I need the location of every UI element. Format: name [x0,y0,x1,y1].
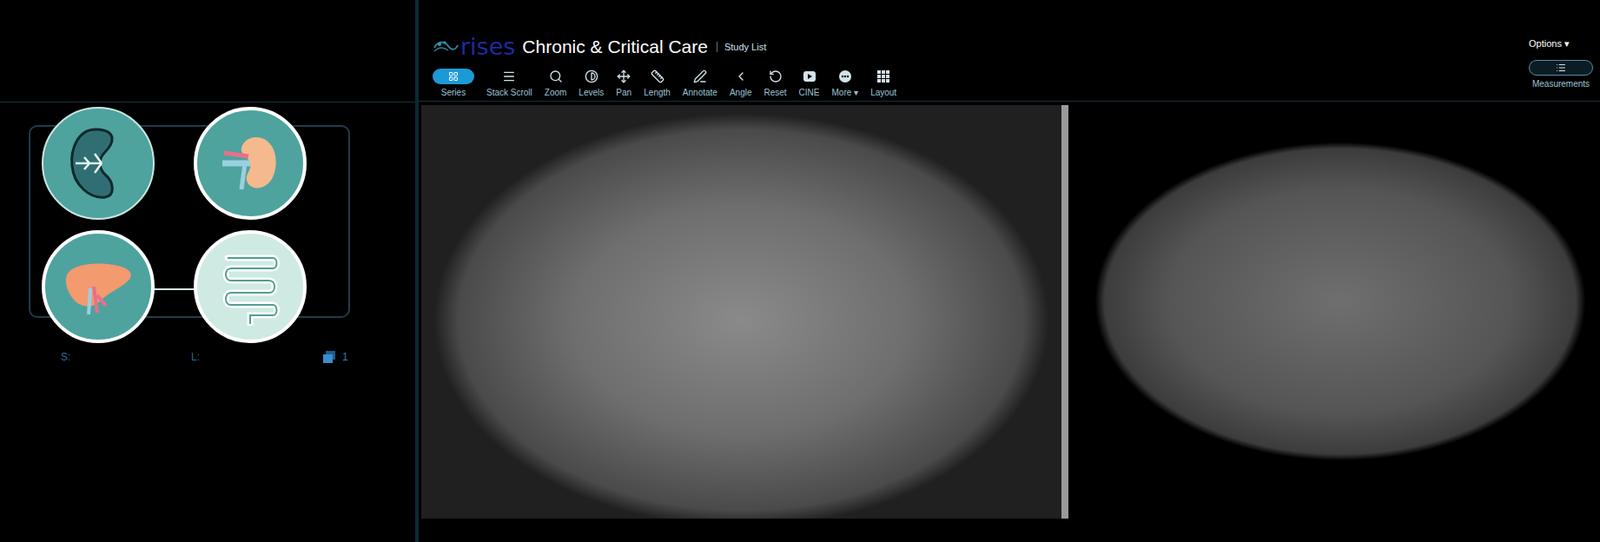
tool-icon-wrap [583,68,600,85]
sidebar-top [0,0,416,103]
toolbar-button[interactable]: Layout [870,68,897,98]
toolbar-button[interactable]: Reset [763,68,787,98]
tool-icon-wrap [649,68,666,85]
main-area: rises Chronic & Critical Care Study List Se… [418,0,1600,542]
annotate-icon [693,69,708,84]
list-icon [1555,62,1567,73]
tool-label: Annotate [682,87,718,98]
tool-label: Reset [763,87,787,98]
viewports [418,101,1600,519]
length-icon [650,69,665,84]
sidebar: S:L: 1 [0,0,419,542]
logo-text: rises [460,33,516,60]
tool-icon-wrap [733,68,749,85]
viewer-page: S:L: 1 rises Chronic & Critical Care Study L… [0,0,1600,542]
layout-grid-icon [876,69,891,84]
stack-scroll-icon [502,69,516,84]
organ-card[interactable] [41,106,155,220]
tool-label: Angle [729,87,753,98]
organ-card[interactable] [193,230,307,344]
header: rises Chronic & Critical Care Study List Se… [418,0,1600,102]
measurements-pill [1528,59,1594,76]
toolbar-button[interactable]: Levels [578,68,604,98]
tool-icon-wrap [692,68,708,85]
toolbar-button[interactable]: Angle [729,68,753,98]
series-info: S:L: 1 [60,350,416,364]
pan-icon [616,69,631,84]
toolbar-button[interactable]: Stack Scroll [486,68,533,98]
toolbar-button[interactable]: Pan [615,68,632,98]
series-grid-icon [448,71,459,82]
tool-label: CINE [799,87,820,98]
logo: rises [432,33,516,60]
toolbar-button[interactable]: Zoom [544,68,568,98]
intestine-icon [215,247,285,326]
tool-icon-wrap [615,68,632,85]
tool-icon-wrap [767,68,784,85]
tool-label: More ▾ [832,87,860,98]
series-count: 1 [321,350,349,364]
toolbar-button[interactable]: Annotate [682,68,718,98]
tool-icon-wrap [837,68,853,85]
kidney-vessels-icon [215,128,285,199]
study-list-link[interactable]: Study List [716,41,767,53]
app-title: Chronic & Critical Care [522,36,708,58]
measurements-label: Measurements [1532,79,1590,89]
angle-icon [733,69,748,84]
tool-label: Levels [578,87,604,98]
more-icon [838,69,853,84]
tool-icon-wrap [432,68,475,85]
options-menu[interactable]: Options ▾ [1528,38,1570,50]
ct-viewport[interactable] [1073,112,1600,491]
liver-icon [59,251,138,322]
organ-card[interactable] [41,230,155,344]
stack-icon [321,350,338,364]
tool-label: Length [643,87,671,98]
kidney-outline-icon [63,124,133,203]
toolbar-button[interactable]: More ▾ [832,68,860,98]
ct-viewport[interactable] [421,105,1069,519]
count-text: 1 [342,350,349,364]
levels-icon [584,69,599,84]
tool-icon-wrap [501,68,517,85]
measurements-button[interactable]: Measurements [1528,59,1594,89]
toolbar-button[interactable]: Series [432,68,475,98]
tool-icon-wrap [548,68,564,85]
title-row: rises Chronic & Critical Care Study List [432,33,897,60]
reset-icon [768,69,783,84]
tool-label: Pan [615,87,632,98]
series-label: L: [191,350,322,364]
logo-icon [432,37,459,57]
tool-label: Stack Scroll [486,87,533,98]
series-label: S: [60,350,192,364]
tool-icon-wrap [875,68,892,85]
tool-icon-wrap [801,68,818,85]
header-left: rises Chronic & Critical Care Study List Se… [432,33,897,101]
organ-grid [41,106,307,344]
toolbar: Series Stack Scroll Zoom Levels Pan Length Ann… [432,68,897,98]
zoom-icon [548,69,563,84]
tool-label: Layout [870,87,897,98]
organ-card[interactable] [193,106,307,220]
tool-label: Series [441,87,466,98]
tool-label: Zoom [544,87,568,98]
toolbar-button[interactable]: CINE [799,68,820,98]
toolbar-button[interactable]: Length [643,68,671,98]
header-right: Options ▾ Measurements [1528,33,1594,101]
cine-icon [802,70,817,83]
